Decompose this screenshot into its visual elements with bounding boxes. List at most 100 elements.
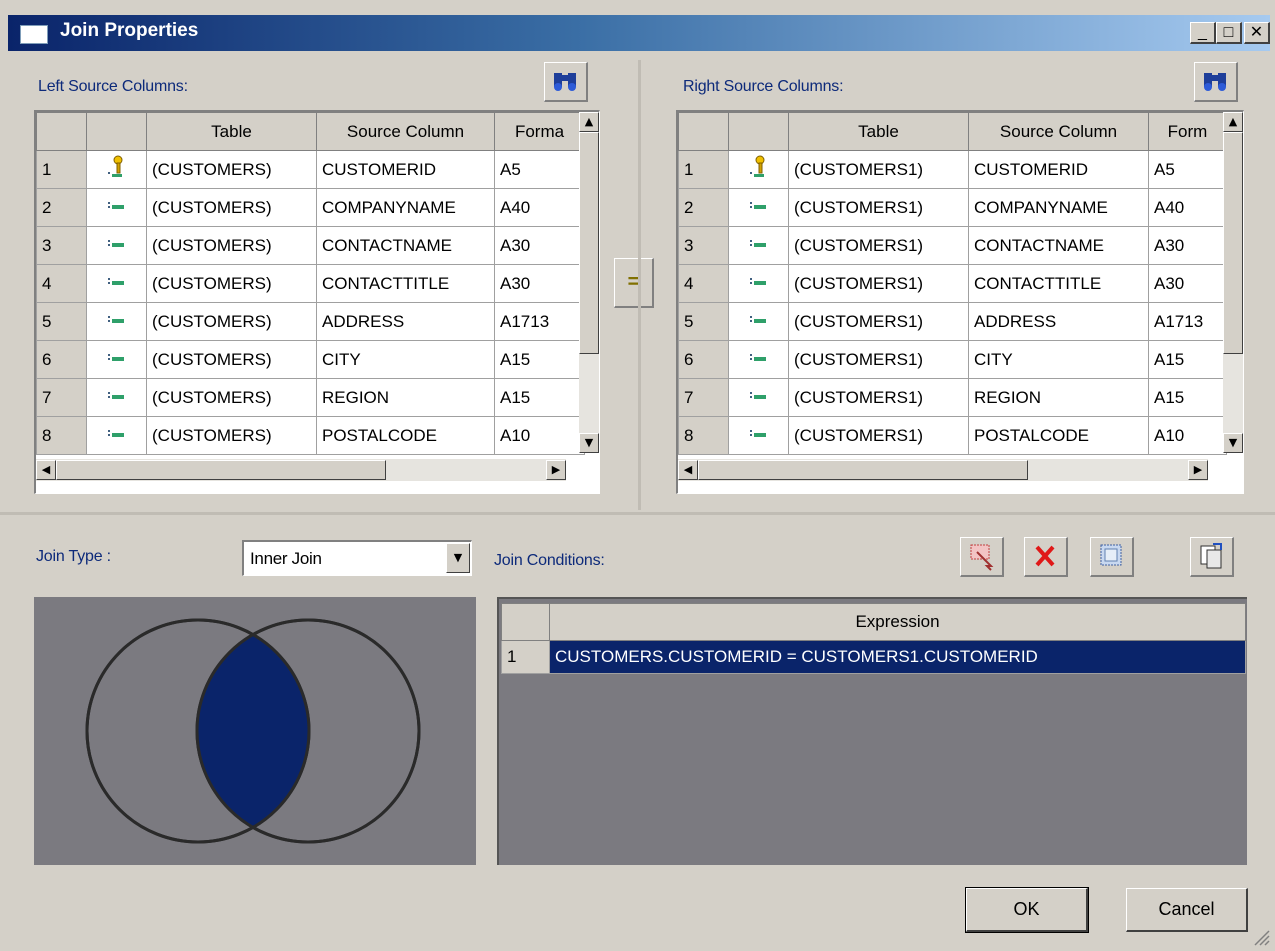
- header-expression[interactable]: Expression: [549, 603, 1246, 641]
- table-row[interactable]: 5 (CUSTOMERS1) ADDRESS A1713: [678, 302, 1227, 341]
- ok-button[interactable]: OK: [965, 887, 1089, 933]
- header-format[interactable]: Form: [1148, 112, 1227, 151]
- table-row[interactable]: 4 (CUSTOMERS) CONTACTTITLE A30: [36, 264, 585, 303]
- cell-source-column[interactable]: REGION: [968, 378, 1149, 417]
- cell-table[interactable]: (CUSTOMERS1): [788, 416, 969, 455]
- scroll-down-icon[interactable]: ▼: [579, 433, 599, 453]
- cell-format[interactable]: A40: [494, 188, 585, 227]
- cell-format[interactable]: A10: [494, 416, 585, 455]
- table-row[interactable]: 1 (CUSTOMERS1) CUSTOMERID A5: [678, 150, 1227, 189]
- condition-row[interactable]: 1 CUSTOMERS.CUSTOMERID = CUSTOMERS1.CUST…: [501, 640, 1246, 674]
- cell-table[interactable]: (CUSTOMERS): [146, 188, 317, 227]
- table-row[interactable]: 8 (CUSTOMERS) POSTALCODE A10: [36, 416, 585, 455]
- cell-format[interactable]: A5: [1148, 150, 1227, 189]
- export-conditions-button[interactable]: [1190, 537, 1234, 577]
- right-horizontal-scrollbar[interactable]: ◀ ▶: [678, 459, 1208, 481]
- join-conditions-grid[interactable]: Expression 1 CUSTOMERS.CUSTOMERID = CUST…: [497, 597, 1247, 865]
- cell-source-column[interactable]: CITY: [316, 340, 495, 379]
- cell-table[interactable]: (CUSTOMERS): [146, 302, 317, 341]
- close-button[interactable]: ✕: [1244, 22, 1270, 44]
- table-row[interactable]: 2 (CUSTOMERS1) COMPANYNAME A40: [678, 188, 1227, 227]
- left-find-button[interactable]: [544, 62, 588, 102]
- cell-table[interactable]: (CUSTOMERS1): [788, 226, 969, 265]
- scroll-left-icon[interactable]: ◀: [678, 460, 698, 480]
- cell-source-column[interactable]: COMPANYNAME: [316, 188, 495, 227]
- cell-source-column[interactable]: CONTACTTITLE: [968, 264, 1149, 303]
- condition-expression[interactable]: CUSTOMERS.CUSTOMERID = CUSTOMERS1.CUSTOM…: [549, 640, 1246, 674]
- minimize-button[interactable]: _: [1190, 22, 1216, 44]
- cell-table[interactable]: (CUSTOMERS1): [788, 302, 969, 341]
- chevron-down-icon[interactable]: ▼: [446, 543, 470, 573]
- left-horizontal-scrollbar[interactable]: ◀ ▶: [36, 459, 566, 481]
- table-row[interactable]: 1 (CUSTOMERS) CUSTOMERID A5: [36, 150, 585, 189]
- left-vertical-scrollbar[interactable]: ▲ ▼: [579, 112, 599, 453]
- right-hscroll-thumb[interactable]: [698, 460, 1028, 480]
- left-hscroll-thumb[interactable]: [56, 460, 386, 480]
- right-find-button[interactable]: [1194, 62, 1238, 102]
- table-row[interactable]: 5 (CUSTOMERS) ADDRESS A1713: [36, 302, 585, 341]
- cell-table[interactable]: (CUSTOMERS): [146, 226, 317, 265]
- cell-source-column[interactable]: CITY: [968, 340, 1149, 379]
- cell-format[interactable]: A15: [494, 340, 585, 379]
- right-vscroll-thumb[interactable]: [1223, 132, 1243, 354]
- cell-format[interactable]: A15: [1148, 378, 1227, 417]
- cell-table[interactable]: (CUSTOMERS1): [788, 188, 969, 227]
- cell-format[interactable]: A5: [494, 150, 585, 189]
- left-vscroll-thumb[interactable]: [579, 132, 599, 354]
- cell-source-column[interactable]: CUSTOMERID: [968, 150, 1149, 189]
- table-row[interactable]: 7 (CUSTOMERS1) REGION A15: [678, 378, 1227, 417]
- cell-format[interactable]: A15: [1148, 340, 1227, 379]
- cell-table[interactable]: (CUSTOMERS): [146, 340, 317, 379]
- vertical-splitter[interactable]: [638, 60, 641, 510]
- table-row[interactable]: 6 (CUSTOMERS1) CITY A15: [678, 340, 1227, 379]
- cell-format[interactable]: A1713: [494, 302, 585, 341]
- cell-source-column[interactable]: ADDRESS: [316, 302, 495, 341]
- join-type-select[interactable]: Inner Join ▼: [242, 540, 472, 576]
- cell-table[interactable]: (CUSTOMERS): [146, 416, 317, 455]
- cell-table[interactable]: (CUSTOMERS): [146, 150, 317, 189]
- select-all-conditions-button[interactable]: [1090, 537, 1134, 577]
- resize-grip-icon[interactable]: [1251, 927, 1271, 947]
- table-row[interactable]: 8 (CUSTOMERS1) POSTALCODE A10: [678, 416, 1227, 455]
- cell-source-column[interactable]: CONTACTNAME: [316, 226, 495, 265]
- table-row[interactable]: 3 (CUSTOMERS) CONTACTNAME A30: [36, 226, 585, 265]
- add-join-condition-button[interactable]: =: [614, 258, 654, 308]
- table-row[interactable]: 2 (CUSTOMERS) COMPANYNAME A40: [36, 188, 585, 227]
- scroll-up-icon[interactable]: ▲: [1223, 112, 1243, 132]
- table-row[interactable]: 6 (CUSTOMERS) CITY A15: [36, 340, 585, 379]
- cell-table[interactable]: (CUSTOMERS1): [788, 378, 969, 417]
- header-source-column[interactable]: Source Column: [316, 112, 495, 151]
- cell-source-column[interactable]: CUSTOMERID: [316, 150, 495, 189]
- header-table[interactable]: Table: [788, 112, 969, 151]
- cell-source-column[interactable]: REGION: [316, 378, 495, 417]
- cell-source-column[interactable]: CONTACTNAME: [968, 226, 1149, 265]
- header-source-column[interactable]: Source Column: [968, 112, 1149, 151]
- cell-table[interactable]: (CUSTOMERS): [146, 378, 317, 417]
- cell-table[interactable]: (CUSTOMERS1): [788, 264, 969, 303]
- cell-source-column[interactable]: POSTALCODE: [316, 416, 495, 455]
- cell-source-column[interactable]: COMPANYNAME: [968, 188, 1149, 227]
- cell-format[interactable]: A1713: [1148, 302, 1227, 341]
- cell-source-column[interactable]: ADDRESS: [968, 302, 1149, 341]
- header-table[interactable]: Table: [146, 112, 317, 151]
- scroll-down-icon[interactable]: ▼: [1223, 433, 1243, 453]
- right-vertical-scrollbar[interactable]: ▲ ▼: [1223, 112, 1243, 453]
- cell-format[interactable]: A30: [1148, 264, 1227, 303]
- cell-format[interactable]: A30: [494, 264, 585, 303]
- scroll-left-icon[interactable]: ◀: [36, 460, 56, 480]
- cell-source-column[interactable]: POSTALCODE: [968, 416, 1149, 455]
- scroll-up-icon[interactable]: ▲: [579, 112, 599, 132]
- cell-table[interactable]: (CUSTOMERS1): [788, 150, 969, 189]
- header-format[interactable]: Forma: [494, 112, 585, 151]
- cell-format[interactable]: A40: [1148, 188, 1227, 227]
- cell-table[interactable]: (CUSTOMERS1): [788, 340, 969, 379]
- scroll-right-icon[interactable]: ▶: [546, 460, 566, 480]
- cell-format[interactable]: A10: [1148, 416, 1227, 455]
- cell-format[interactable]: A30: [1148, 226, 1227, 265]
- cell-format[interactable]: A30: [494, 226, 585, 265]
- table-row[interactable]: 4 (CUSTOMERS1) CONTACTTITLE A30: [678, 264, 1227, 303]
- cell-table[interactable]: (CUSTOMERS): [146, 264, 317, 303]
- table-row[interactable]: 7 (CUSTOMERS) REGION A15: [36, 378, 585, 417]
- cell-source-column[interactable]: CONTACTTITLE: [316, 264, 495, 303]
- edit-condition-button[interactable]: [960, 537, 1004, 577]
